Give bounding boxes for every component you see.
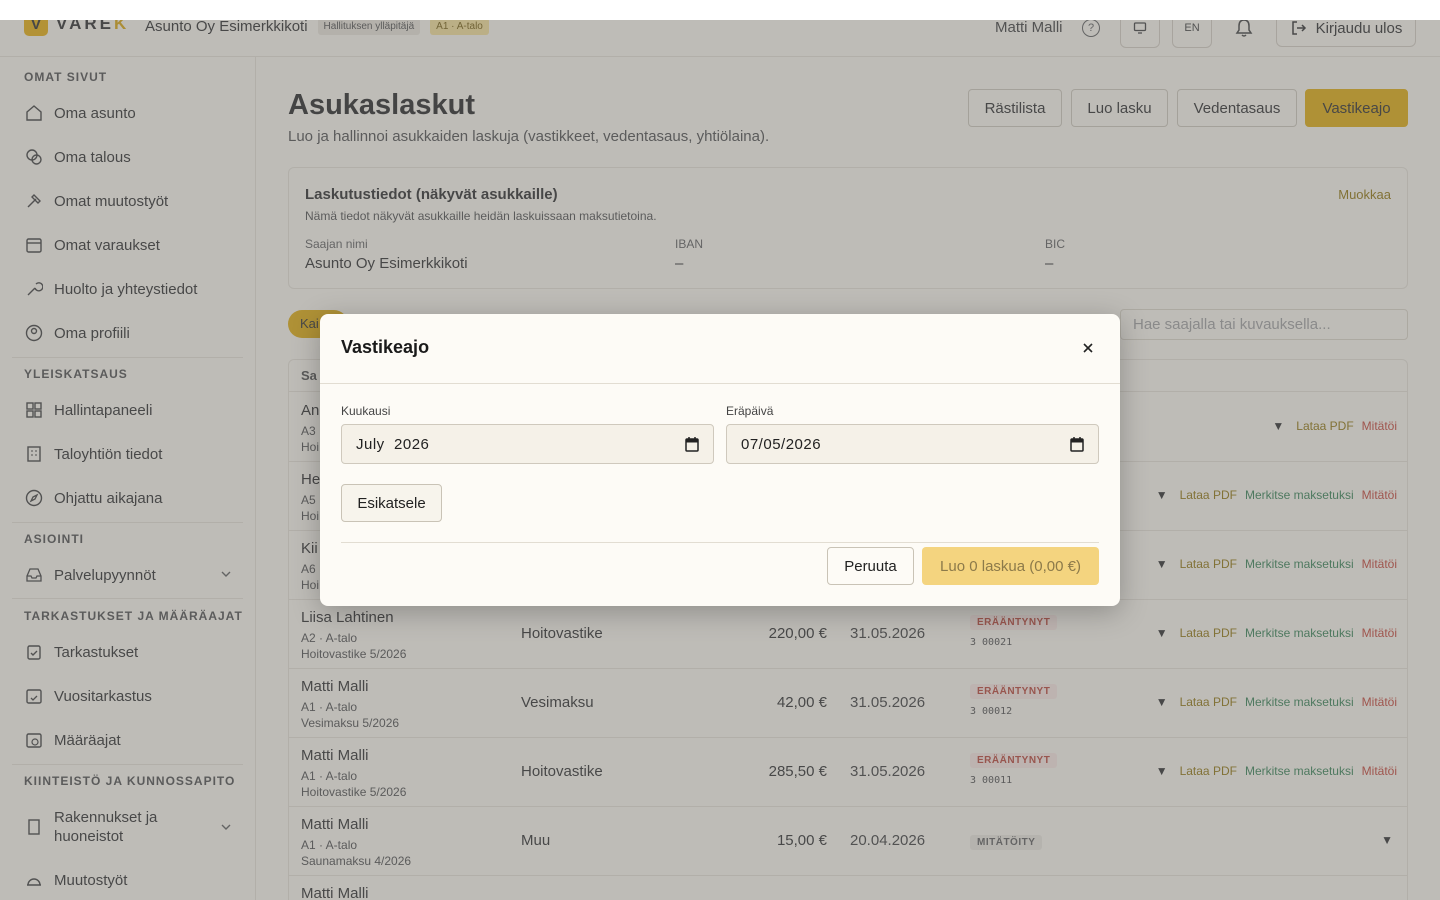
due-date-label: Eräpäivä (726, 404, 774, 418)
close-icon[interactable] (1080, 340, 1096, 356)
due-date-value: 07/05/2026 (741, 435, 822, 453)
cancel-button[interactable]: Peruuta (827, 547, 914, 585)
month-label: Kuukausi (341, 404, 391, 418)
modal-divider (320, 383, 1120, 384)
create-invoices-button[interactable]: Luo 0 laskua (0,00 €) (922, 547, 1099, 585)
modal-footer-divider (341, 542, 1099, 543)
vastikeajo-modal: Vastikeajo Kuukausi July 2026 Eräpäivä 0… (320, 314, 1120, 606)
due-date-input[interactable]: 07/05/2026 (726, 424, 1099, 464)
month-value: July 2026 (356, 435, 430, 453)
top-strip (0, 0, 1440, 20)
month-input[interactable]: July 2026 (341, 424, 714, 464)
preview-button[interactable]: Esikatsele (341, 484, 442, 522)
calendar-icon[interactable] (685, 436, 699, 452)
modal-title: Vastikeajo (341, 337, 430, 357)
calendar-icon[interactable] (1070, 436, 1084, 452)
